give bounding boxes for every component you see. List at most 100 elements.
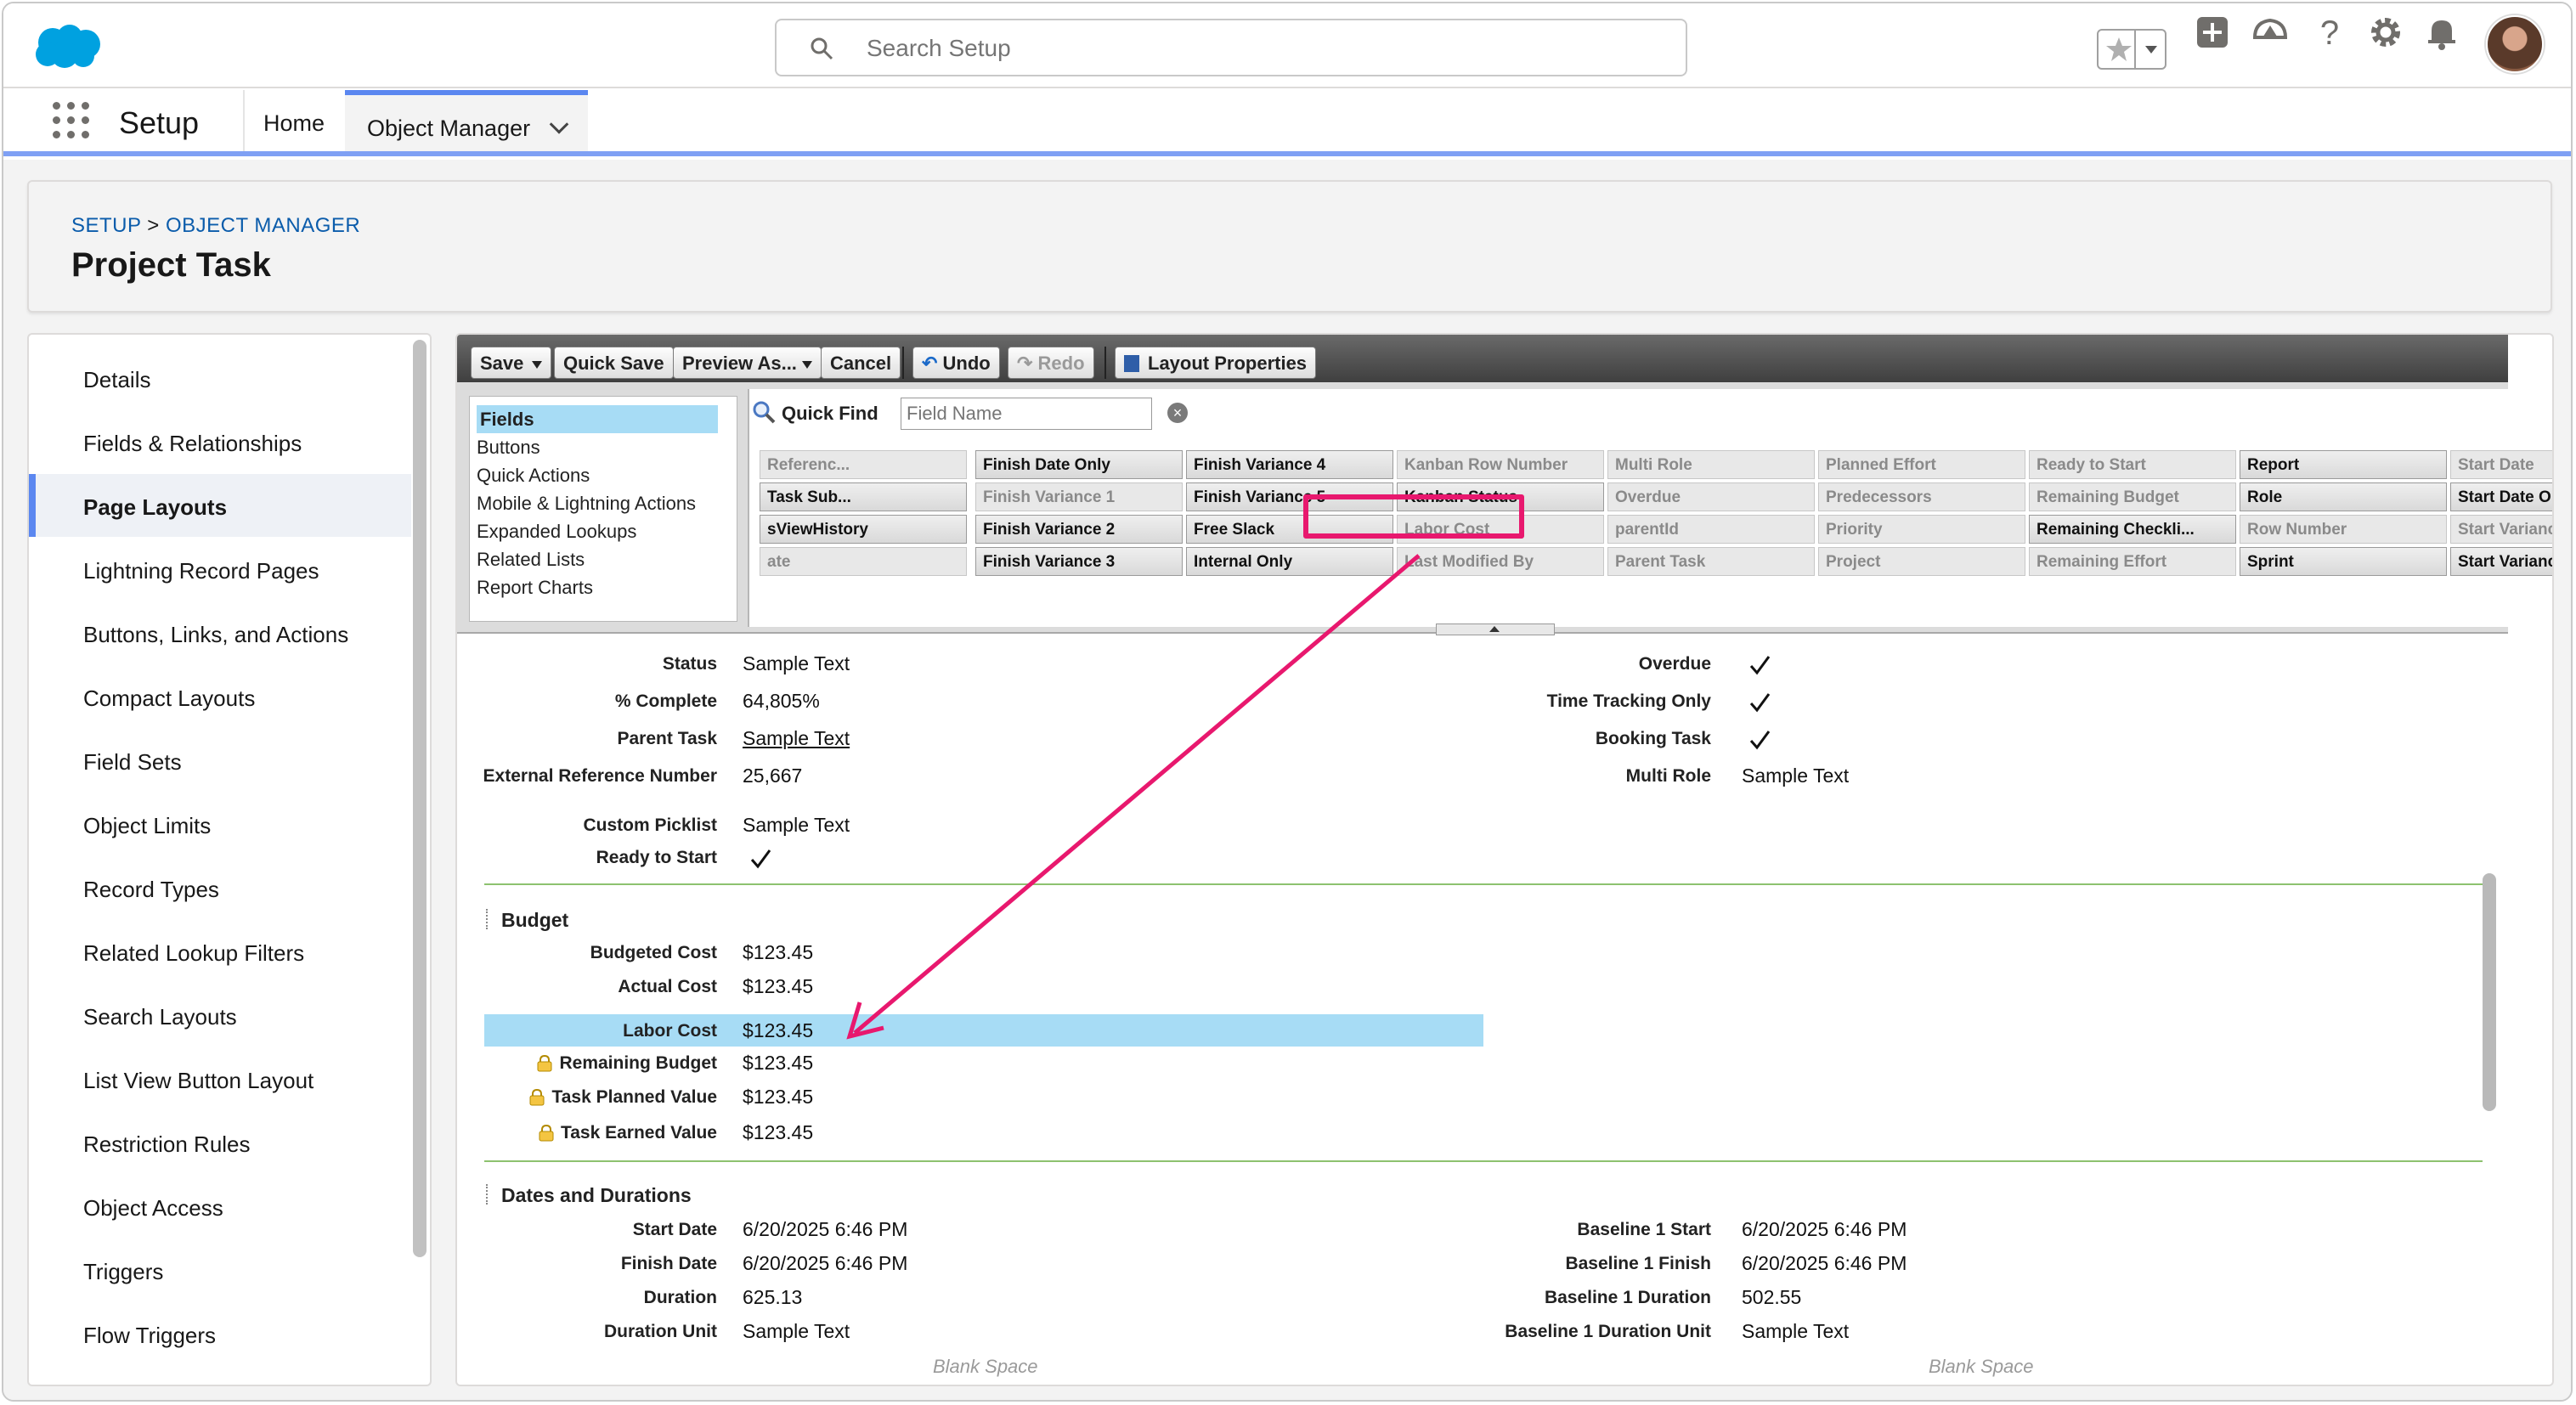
palette-field-item[interactable]: Finish Variance 1	[975, 482, 1183, 511]
palette-field-item[interactable]: Priority	[1818, 515, 2025, 544]
palette-field-item[interactable]: Remaining Budget	[2029, 482, 2236, 511]
palette-field-item[interactable]: Start Variance 2	[2450, 547, 2552, 576]
breadcrumb-setup-link[interactable]: SETUP	[71, 214, 141, 237]
field-value: $123.45	[743, 1121, 814, 1143]
sidebar-item-restriction-rules[interactable]: Restriction Rules	[29, 1111, 411, 1174]
category-report-charts[interactable]: Report Charts	[470, 573, 737, 601]
palette-field-item[interactable]: Last Modified By	[1397, 547, 1604, 576]
palette-field-item[interactable]: Task Sub...	[760, 482, 967, 511]
palette-field-item[interactable]: Kanban Row Number	[1397, 450, 1604, 479]
palette-field-item[interactable]: ate	[760, 547, 967, 576]
section-drag-handle[interactable]	[486, 909, 491, 929]
field-value[interactable]: Sample Text	[743, 727, 850, 750]
preview-dropdown-icon[interactable]	[801, 360, 812, 369]
save-button[interactable]: Save	[471, 347, 552, 379]
category-fields[interactable]: Fields	[477, 405, 718, 433]
quick-find-input[interactable]	[901, 398, 1152, 430]
sidebar-item-flow-triggers[interactable]: Flow Triggers	[29, 1302, 411, 1365]
sidebar-scrollbar[interactable]	[413, 340, 427, 1257]
undo-label: Undo	[942, 353, 991, 374]
field-label-text: Parent Task	[617, 729, 718, 748]
clear-icon[interactable]: ×	[1167, 403, 1188, 423]
field-label-text: Actual Cost	[618, 977, 717, 996]
salesforce-logo[interactable]	[32, 22, 104, 71]
palette-field-item[interactable]: Start Date	[2450, 450, 2552, 479]
blank-space-placeholder[interactable]: Blank Space	[933, 1356, 1038, 1378]
sidebar-item-compact-layouts[interactable]: Compact Layouts	[29, 665, 411, 728]
chevron-down-icon[interactable]	[549, 115, 569, 134]
quick-save-button[interactable]: Quick Save	[554, 347, 674, 379]
sidebar-item-related-lookup-filters[interactable]: Related Lookup Filters	[29, 920, 411, 983]
setup-search[interactable]	[775, 19, 1687, 76]
field-label: Booking Task	[1465, 729, 1711, 749]
trailhead-icon[interactable]	[2250, 12, 2291, 53]
palette-field-item[interactable]: Row Number	[2240, 515, 2447, 544]
palette-field-item[interactable]: Finish Variance 2	[975, 515, 1183, 544]
search-input[interactable]	[867, 32, 1631, 65]
sidebar-item-field-sets[interactable]: Field Sets	[29, 729, 411, 792]
palette-field-item[interactable]: Overdue	[1607, 482, 1815, 511]
user-avatar[interactable]	[2486, 15, 2544, 73]
palette-field-item[interactable]: Sprint	[2240, 547, 2447, 576]
tab-object-manager[interactable]: Object Manager	[345, 90, 589, 151]
sidebar-item-page-layouts[interactable]: Page Layouts	[29, 474, 411, 537]
category-quick-actions[interactable]: Quick Actions	[470, 461, 737, 489]
palette-field-item[interactable]: Planned Effort	[1818, 450, 2025, 479]
category-expanded-lookups[interactable]: Expanded Lookups	[470, 517, 737, 545]
global-actions-icon[interactable]	[2192, 12, 2233, 53]
palette-field-item[interactable]: Parent Task	[1607, 547, 1815, 576]
palette-field-item[interactable]: Report	[2240, 450, 2447, 479]
section-drag-handle[interactable]	[486, 1184, 491, 1205]
palette-field-item[interactable]: Multi Role	[1607, 450, 1815, 479]
layout-properties-button[interactable]: Layout Properties	[1115, 347, 1317, 379]
app-launcher-icon[interactable]	[53, 102, 90, 139]
favorites-star-icon[interactable]	[2104, 31, 2134, 68]
palette-field-item[interactable]: Ready to Start	[2029, 450, 2236, 479]
sidebar-item-buttons-links-actions[interactable]: Buttons, Links, and Actions	[29, 601, 411, 664]
cancel-button[interactable]: Cancel	[821, 347, 901, 379]
breadcrumb-object-manager-link[interactable]: OBJECT MANAGER	[166, 214, 360, 237]
blank-space-placeholder[interactable]: Blank Space	[1929, 1356, 2034, 1378]
palette-field-item[interactable]: Referenc...	[760, 450, 967, 479]
favorites-dropdown-icon[interactable]	[2138, 31, 2165, 68]
setup-gear-icon[interactable]	[2365, 12, 2406, 53]
help-icon[interactable]: ?	[2309, 12, 2350, 53]
sidebar-item-fields-relationships[interactable]: Fields & Relationships	[29, 410, 411, 473]
search-icon	[811, 37, 833, 60]
save-dropdown-icon[interactable]	[532, 360, 543, 369]
sidebar-item-triggers[interactable]: Triggers	[29, 1239, 411, 1301]
palette-field-item[interactable]: parentId	[1607, 515, 1815, 544]
palette-field-item[interactable]: Finish Date Only	[975, 450, 1183, 479]
field-label: Parent Task	[471, 729, 718, 749]
preview-as-button[interactable]: Preview As...	[673, 347, 822, 379]
field-label: Time Tracking Only	[1465, 691, 1711, 712]
tab-home[interactable]: Home	[263, 110, 325, 137]
category-related-lists[interactable]: Related Lists	[470, 545, 737, 573]
sidebar-item-details[interactable]: Details	[29, 347, 411, 409]
sidebar-item-object-limits[interactable]: Object Limits	[29, 793, 411, 855]
notifications-bell-icon[interactable]	[2421, 12, 2462, 53]
palette-field-item[interactable]: Remaining Checkli...	[2029, 515, 2236, 544]
favorites-button[interactable]	[2097, 29, 2166, 70]
sidebar-item-lightning-record-pages[interactable]: Lightning Record Pages	[29, 538, 411, 601]
field-label: Duration	[471, 1288, 717, 1308]
undo-button[interactable]: ↶ Undo	[912, 347, 1000, 379]
palette-field-item[interactable]: Finish Variance 4	[1186, 450, 1393, 479]
sidebar-item-search-layouts[interactable]: Search Layouts	[29, 984, 411, 1047]
sidebar-item-list-view-button-layout[interactable]: List View Button Layout	[29, 1047, 411, 1110]
palette-field-item[interactable]: Start Variance 1	[2450, 515, 2552, 544]
palette-field-item[interactable]: Internal Only	[1186, 547, 1393, 576]
palette-resize-handle[interactable]	[1436, 624, 1555, 635]
palette-field-item[interactable]: Start Date Only	[2450, 482, 2552, 511]
canvas-scrollbar[interactable]	[2483, 873, 2496, 1111]
palette-field-item[interactable]: Remaining Effort	[2029, 547, 2236, 576]
palette-field-item[interactable]: sViewHistory	[760, 515, 967, 544]
palette-field-item[interactable]: Project	[1818, 547, 2025, 576]
sidebar-item-record-types[interactable]: Record Types	[29, 856, 411, 919]
category-mobile-lightning-actions[interactable]: Mobile & Lightning Actions	[470, 489, 737, 517]
palette-field-item[interactable]: Finish Variance 3	[975, 547, 1183, 576]
palette-field-item[interactable]: Predecessors	[1818, 482, 2025, 511]
category-buttons[interactable]: Buttons	[470, 433, 737, 461]
palette-field-item[interactable]: Role	[2240, 482, 2447, 511]
sidebar-item-object-access[interactable]: Object Access	[29, 1175, 411, 1238]
